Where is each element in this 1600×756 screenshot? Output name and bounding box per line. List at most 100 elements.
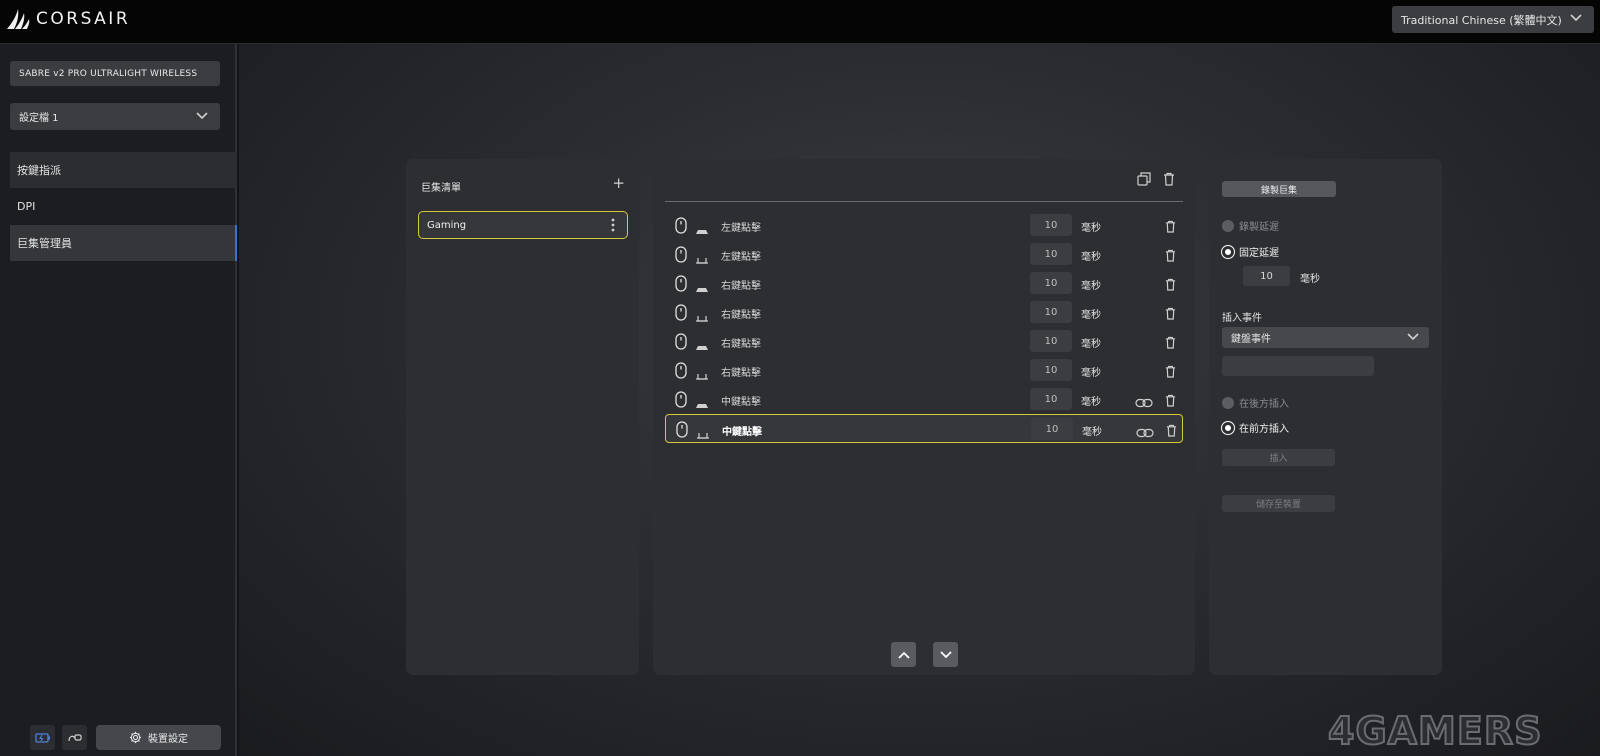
event-row[interactable]: 左鍵點擊 10 毫秒: [665, 240, 1183, 269]
insert-before-label: 在前方插入: [1239, 424, 1289, 435]
watermark-logo: 4GAMERS: [1327, 709, 1543, 753]
event-row[interactable]: 中鍵點擊 10 毫秒: [665, 414, 1183, 443]
event-delay-input[interactable]: 10: [1030, 301, 1072, 323]
record-delay-label: 錄製延遲: [1239, 222, 1279, 233]
sidebar-item-label: 按鍵指派: [17, 164, 61, 177]
mouse-icon: [675, 304, 687, 321]
event-label: 中鍵點擊: [722, 427, 762, 438]
trash-icon[interactable]: [1166, 424, 1177, 437]
event-type-value: 鍵盤事件: [1231, 334, 1271, 345]
trash-icon[interactable]: [1165, 365, 1176, 378]
event-label: 右鍵點擊: [721, 310, 761, 321]
event-label: 右鍵點擊: [721, 368, 761, 379]
fixed-delay-radio[interactable]: 固定延遲: [1222, 244, 1279, 259]
key-down-icon: [696, 346, 708, 350]
trash-icon[interactable]: [1165, 394, 1176, 407]
event-delay-input[interactable]: 10: [1030, 330, 1072, 352]
event-delay-unit: 毫秒: [1081, 397, 1101, 408]
insert-event-title: 插入事件: [1222, 313, 1262, 324]
insert-after-radio[interactable]: 在後方插入: [1222, 395, 1289, 410]
macro-item-name: Gaming: [427, 219, 467, 231]
radio-on: [1222, 245, 1234, 258]
macro-list-panel: 巨集清單 + Gaming: [406, 159, 639, 675]
key-down-icon: [696, 404, 708, 408]
macro-item[interactable]: Gaming: [418, 211, 628, 239]
link-icon[interactable]: [1136, 428, 1154, 438]
copy-icon[interactable]: [1137, 172, 1151, 186]
macro-recorder-panel: 錄製巨集 錄製延遲 固定延遲 10 毫秒 插入事件 鍵盤事件 在後方插入 在前方…: [1209, 159, 1442, 675]
wireless-connection-icon[interactable]: [62, 725, 87, 750]
chevron-down-icon: [1570, 14, 1582, 22]
trash-icon[interactable]: [1163, 172, 1175, 186]
key-input[interactable]: [1222, 356, 1374, 376]
insert-button[interactable]: 插入: [1222, 449, 1335, 466]
fixed-delay-input[interactable]: 10: [1243, 266, 1290, 286]
key-up-icon: [696, 374, 708, 380]
trash-icon[interactable]: [1165, 249, 1176, 262]
link-icon[interactable]: [1135, 398, 1153, 408]
radio-off: [1222, 219, 1234, 232]
mouse-icon: [676, 421, 688, 438]
event-delay-unit: 毫秒: [1081, 339, 1101, 350]
radio-on: [1222, 421, 1234, 434]
save-to-device-button[interactable]: 儲存至裝置: [1222, 495, 1335, 512]
event-row[interactable]: 右鍵點擊 10 毫秒: [665, 269, 1183, 298]
fixed-delay-label: 固定延遲: [1239, 248, 1279, 259]
device-settings-button[interactable]: 裝置設定: [96, 725, 221, 750]
event-delay-input[interactable]: 10: [1030, 272, 1072, 294]
profile-value: 設定檔 1: [19, 113, 59, 124]
brand-name: CORSAIR: [36, 9, 131, 29]
event-row[interactable]: 右鍵點擊 10 毫秒: [665, 356, 1183, 385]
event-label: 中鍵點擊: [721, 397, 761, 408]
language-value: Traditional Chinese (繁體中文): [1401, 13, 1562, 27]
event-type-select[interactable]: 鍵盤事件: [1222, 327, 1429, 348]
event-row[interactable]: 左鍵點擊 10 毫秒: [665, 211, 1183, 240]
profile-select[interactable]: 設定檔 1: [10, 103, 220, 130]
insert-before-radio[interactable]: 在前方插入: [1222, 420, 1289, 435]
sidebar: SABRE v2 PRO ULTRALIGHT WIRELESS 設定檔 1 按…: [0, 44, 237, 756]
event-delay-input[interactable]: 10: [1030, 388, 1072, 410]
event-delay-unit: 毫秒: [1081, 368, 1101, 379]
trash-icon[interactable]: [1165, 220, 1176, 233]
more-options-icon[interactable]: [611, 218, 615, 232]
language-select[interactable]: Traditional Chinese (繁體中文): [1392, 6, 1594, 33]
event-delay-unit: 毫秒: [1082, 427, 1102, 438]
key-down-icon: [696, 288, 708, 292]
sidebar-item-macro-manager[interactable]: 巨集管理員: [10, 225, 237, 261]
sidebar-item-key-assignment[interactable]: 按鍵指派: [10, 152, 237, 188]
mouse-icon: [675, 217, 687, 234]
chevron-down-icon: [196, 112, 208, 120]
event-delay-input[interactable]: 10: [1030, 214, 1072, 236]
add-macro-button[interactable]: +: [612, 176, 625, 191]
record-delay-radio[interactable]: 錄製延遲: [1222, 218, 1279, 233]
sidebar-item-dpi[interactable]: DPI: [10, 188, 237, 224]
event-row[interactable]: 右鍵點擊 10 毫秒: [665, 327, 1183, 356]
record-macro-button[interactable]: 錄製巨集: [1222, 181, 1336, 197]
key-down-icon: [696, 230, 708, 234]
trash-icon[interactable]: [1165, 336, 1176, 349]
chevron-up-icon: [897, 651, 910, 659]
mouse-icon: [675, 333, 687, 350]
macro-events-panel: 左鍵點擊 10 毫秒 左鍵點擊 10 毫秒 右鍵點擊 10 毫秒 右鍵點擊 10 毫秒 右鍵點擊 10 毫秒…: [653, 159, 1195, 675]
key-up-icon: [696, 316, 708, 322]
event-delay-unit: 毫秒: [1081, 223, 1101, 234]
mouse-icon: [675, 275, 687, 292]
sidebar-item-label: 巨集管理員: [17, 237, 72, 250]
event-delay-unit: 毫秒: [1081, 281, 1101, 292]
battery-icon[interactable]: [30, 725, 55, 750]
event-row[interactable]: 中鍵點擊 10 毫秒: [665, 385, 1183, 414]
event-row[interactable]: 右鍵點擊 10 毫秒: [665, 298, 1183, 327]
corsair-logo: CORSAIR: [6, 6, 130, 32]
event-label: 右鍵點擊: [721, 281, 761, 292]
trash-icon[interactable]: [1165, 307, 1176, 320]
device-name[interactable]: SABRE v2 PRO ULTRALIGHT WIRELESS: [10, 61, 220, 86]
chevron-down-icon: [1407, 333, 1419, 341]
move-down-button[interactable]: [933, 642, 958, 667]
event-delay-input[interactable]: 10: [1030, 243, 1072, 265]
event-label: 左鍵點擊: [721, 252, 761, 263]
mouse-icon: [675, 362, 687, 379]
trash-icon[interactable]: [1165, 278, 1176, 291]
event-delay-input[interactable]: 10: [1030, 359, 1072, 381]
move-up-button[interactable]: [891, 642, 916, 667]
event-delay-input[interactable]: 10: [1031, 418, 1073, 440]
